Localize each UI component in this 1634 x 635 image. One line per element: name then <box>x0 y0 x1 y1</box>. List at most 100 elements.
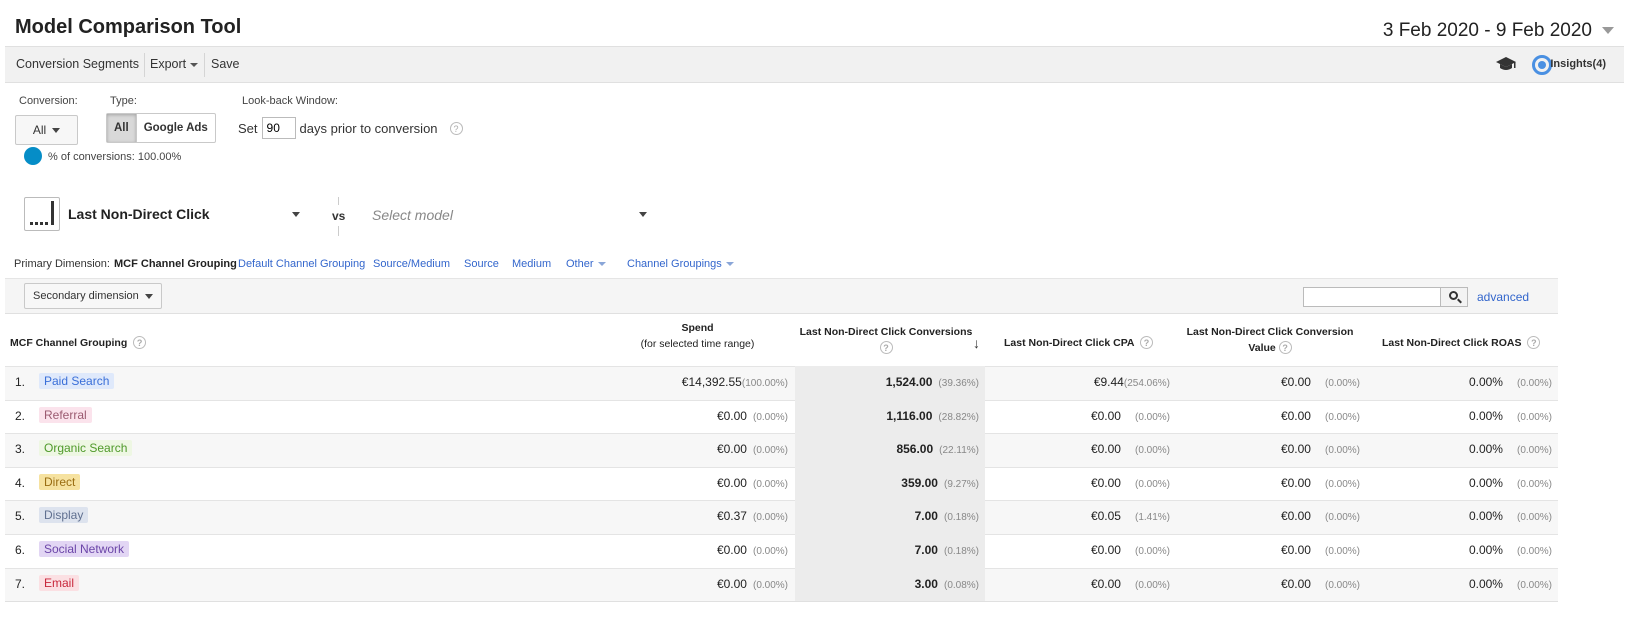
table-search-input[interactable] <box>1303 287 1441 307</box>
spend-pct: (0.00%) <box>752 580 788 591</box>
date-range-picker[interactable]: 3 Feb 2020 - 9 Feb 2020 <box>1376 14 1618 48</box>
chevron-down-icon[interactable] <box>639 212 647 217</box>
lookback-label: Look-back Window: <box>242 95 338 107</box>
pct-conversions: % of conversions: 100.00% <box>48 151 182 163</box>
roas-cell: 0.00% (0.00%) <box>1469 375 1552 389</box>
channel-label[interactable]: Email <box>39 575 80 591</box>
roas-value: 0.00% <box>1468 577 1503 591</box>
save-button[interactable]: Save <box>205 47 246 82</box>
conversion-pie-icon <box>24 147 42 165</box>
conversion-segments-button[interactable]: Conversion Segments <box>10 47 145 82</box>
type-google-ads-button[interactable]: Google Ads <box>137 114 215 142</box>
channel-label[interactable]: Referral <box>39 407 92 423</box>
date-range-label: 3 Feb 2020 - 9 Feb 2020 <box>1382 20 1592 41</box>
cpa-pct: (1.41%) <box>1134 512 1170 523</box>
cpa-value: €0.05 <box>1090 509 1121 523</box>
insights-icon[interactable] <box>1532 55 1552 75</box>
insights-button[interactable]: Insights(4) <box>1550 47 1606 82</box>
conversion-value: All <box>32 123 47 137</box>
roas-value: 0.00% <box>1468 509 1503 523</box>
col-header-channel[interactable]: MCF Channel Grouping ? <box>10 335 147 351</box>
spend-value: €0.00 <box>716 543 747 557</box>
help-icon[interactable]: ? <box>879 341 893 354</box>
col-header-conversions-label: Last Non-Direct Click Conversions <box>799 326 973 338</box>
secondary-dimension-select[interactable]: Secondary dimension <box>24 283 162 309</box>
conversions-value: 359.00 <box>901 476 938 490</box>
conversions-value: 856.00 <box>896 442 934 456</box>
table-row-cells: 2. Referral €0.00 (0.00%) 1,116.00 (28.82%) €0… <box>5 400 1558 434</box>
export-button[interactable]: Export <box>144 47 204 82</box>
page-title: Model Comparison Tool <box>15 16 242 38</box>
graduation-cap-icon[interactable] <box>1495 55 1517 73</box>
cpa-pct: (0.00%) <box>1134 546 1170 557</box>
lookback-days-input[interactable] <box>261 117 296 139</box>
table-row-cells: 6. Social Network €0.00 (0.00%) 7.00 (0.18%) €… <box>5 534 1558 568</box>
type-all-button[interactable]: All <box>107 114 137 142</box>
channel-label[interactable]: Direct <box>39 474 81 490</box>
secondary-model-select[interactable]: Select model <box>372 207 453 223</box>
channel-groupings-label: Channel Groupings <box>627 258 722 270</box>
dimension-source-medium[interactable]: Source/Medium <box>373 258 450 270</box>
col-header-conversions[interactable]: Last Non-Direct Click Conversions ? <box>796 324 976 356</box>
cpa-value: €0.00 <box>1090 442 1121 456</box>
value-cell: €0.00 (0.00%) <box>1281 543 1360 557</box>
type-label: Type: <box>110 95 137 107</box>
sort-descending-icon[interactable]: ↓ <box>973 335 980 351</box>
cpa-cell: €0.00 (0.00%) <box>1091 442 1170 456</box>
value-pct: (0.00%) <box>1324 580 1360 591</box>
chevron-down-icon <box>725 262 734 267</box>
conversions-pct: (9.27%) <box>943 479 979 490</box>
spend-cell: €0.00 (0.00%) <box>717 409 788 423</box>
conversions-value: 7.00 <box>914 509 938 523</box>
channel-label[interactable]: Paid Search <box>39 373 115 389</box>
row-number: 3. <box>15 442 26 456</box>
dimension-default-channel-grouping[interactable]: Default Channel Grouping <box>238 258 365 270</box>
primary-model-select[interactable]: Last Non-Direct Click <box>68 206 210 222</box>
dimension-medium[interactable]: Medium <box>512 258 551 270</box>
conversions-cell: 1,116.00 (28.82%) <box>886 409 979 423</box>
channel-label[interactable]: Social Network <box>39 541 130 557</box>
dimension-source[interactable]: Source <box>464 258 499 270</box>
chevron-down-icon[interactable] <box>292 212 300 217</box>
conversions-value: 3.00 <box>914 577 938 591</box>
value-cell: €0.00 (0.00%) <box>1281 509 1360 523</box>
spend-cell: €0.37 (0.00%) <box>717 509 788 523</box>
primary-dimension-label: Primary Dimension: <box>14 258 110 270</box>
value-cell: €0.00 (0.00%) <box>1281 442 1360 456</box>
other-label: Other <box>566 258 594 270</box>
table-row-cells: 3. Organic Search €0.00 (0.00%) 856.00 (22.11… <box>5 433 1558 467</box>
value-value: €0.00 <box>1280 409 1311 423</box>
lookback-window: Set days prior to conversion ? <box>238 117 463 139</box>
spend-pct: (0.00%) <box>752 412 788 423</box>
row-number: 1. <box>15 375 26 389</box>
col-header-conversion-value[interactable]: Last Non-Direct Click Conversion Value ? <box>1180 324 1360 356</box>
help-icon[interactable]: ? <box>1140 336 1154 349</box>
conversion-select[interactable]: All <box>15 115 78 145</box>
search-button[interactable] <box>1441 287 1468 307</box>
conversions-cell: 359.00 (9.27%) <box>901 476 979 490</box>
table-bottom-border <box>5 601 1558 602</box>
dimension-other[interactable]: Other <box>566 258 606 270</box>
value-pct: (0.00%) <box>1324 546 1360 557</box>
help-icon[interactable]: ? <box>1527 336 1541 349</box>
conversions-value: 1,116.00 <box>886 409 933 423</box>
col-header-cpa[interactable]: Last Non-Direct Click CPA ? <box>1004 335 1154 351</box>
col-header-roas[interactable]: Last Non-Direct Click ROAS ? <box>1382 335 1541 351</box>
roas-cell: 0.00% (0.00%) <box>1469 476 1552 490</box>
help-icon[interactable]: ? <box>1278 341 1292 354</box>
conversions-cell: 1,524.00 (39.36%) <box>886 375 979 389</box>
advanced-filter-link[interactable]: advanced <box>1477 290 1529 304</box>
help-icon[interactable]: ? <box>449 121 463 135</box>
dimension-channel-groupings[interactable]: Channel Groupings <box>627 258 734 270</box>
conversions-cell: 856.00 (22.11%) <box>896 442 979 456</box>
col-header-spend[interactable]: Spend (for selected time range) <box>630 320 765 352</box>
col-header-channel-label: MCF Channel Grouping <box>10 337 128 349</box>
value-pct: (0.00%) <box>1324 479 1360 490</box>
chevron-down-icon <box>597 262 606 267</box>
conversions-pct: (0.18%) <box>943 546 979 557</box>
spend-value: €0.37 <box>716 509 747 523</box>
channel-label[interactable]: Organic Search <box>39 440 133 456</box>
help-icon[interactable]: ? <box>133 336 147 349</box>
spend-cell: €0.00 (0.00%) <box>717 543 788 557</box>
channel-label[interactable]: Display <box>39 507 89 523</box>
